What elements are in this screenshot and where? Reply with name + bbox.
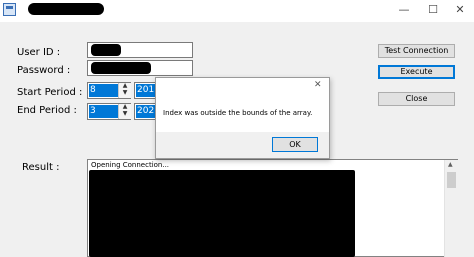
start-month-spin-buttons: ▲ ▼	[118, 83, 131, 98]
minimize-icon[interactable]: —	[390, 0, 418, 20]
redacted-password	[91, 62, 151, 74]
error-dialog: ✕ Index was outside the bounds of the ar…	[155, 77, 330, 159]
start-period-label: Start Period :	[17, 87, 83, 98]
scroll-up-icon[interactable]: ▲	[448, 161, 453, 168]
app-window-icon	[3, 3, 16, 16]
result-textarea[interactable]: Opening Connection...	[87, 159, 458, 257]
dialog-footer: OK	[156, 132, 329, 158]
redacted-result-content	[89, 170, 355, 257]
maximize-icon[interactable]: ☐	[419, 0, 447, 20]
test-connection-button[interactable]: Test Connection	[378, 44, 455, 58]
scroll-thumb[interactable]	[447, 172, 456, 188]
dialog-message: Index was outside the bounds of the arra…	[163, 109, 313, 117]
user-id-label: User ID :	[17, 47, 61, 58]
result-text: Opening Connection...	[91, 161, 170, 169]
end-period-label: End Period :	[17, 105, 77, 116]
user-id-field[interactable]	[87, 42, 193, 58]
password-label: Password :	[17, 65, 71, 76]
execute-button[interactable]: Execute	[378, 65, 455, 79]
chevron-down-icon[interactable]: ▼	[119, 90, 131, 97]
dialog-close-icon[interactable]: ✕	[314, 80, 322, 90]
start-month-value: 8	[89, 84, 118, 97]
redacted-window-title	[28, 3, 104, 15]
title-bar: — ☐ ✕	[0, 0, 474, 22]
redacted-user-id	[91, 44, 121, 56]
start-month-stepper[interactable]: 8 ▲ ▼	[87, 82, 131, 99]
close-icon[interactable]: ✕	[446, 0, 474, 20]
result-scrollbar[interactable]: ▲	[444, 160, 458, 257]
ok-button[interactable]: OK	[272, 137, 318, 152]
result-label: Result :	[22, 162, 60, 173]
end-month-value: 3	[89, 105, 118, 118]
chevron-down-icon[interactable]: ▼	[119, 111, 131, 118]
end-month-stepper[interactable]: 3 ▲ ▼	[87, 103, 131, 120]
close-button[interactable]: Close	[378, 92, 455, 106]
end-month-spin-buttons: ▲ ▼	[118, 104, 131, 119]
password-field[interactable]	[87, 60, 193, 76]
